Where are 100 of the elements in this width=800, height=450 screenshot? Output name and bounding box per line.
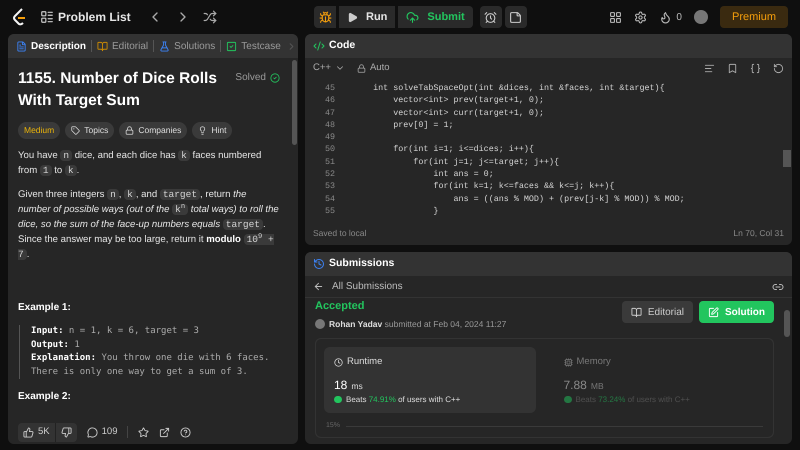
beats-text: Beats 74.91% of users with C++ bbox=[346, 394, 460, 406]
flask-icon bbox=[159, 40, 170, 52]
braces-icon[interactable] bbox=[750, 62, 761, 74]
lock-icon bbox=[125, 126, 134, 135]
code-line: int ans = 0; bbox=[432, 168, 494, 180]
solved-status: Solved bbox=[235, 71, 266, 85]
scrollbar-thumb[interactable] bbox=[292, 60, 296, 145]
thumbs-down-icon bbox=[60, 426, 72, 438]
user-avatar bbox=[315, 318, 325, 329]
example-line: Output: 1 bbox=[31, 338, 81, 352]
list-icon[interactable] bbox=[40, 10, 54, 24]
code-line: int solveTabSpaceOpt(int &dices, int &faces, int &target){ bbox=[372, 82, 665, 94]
scrollbar-thumb[interactable] bbox=[784, 310, 790, 337]
help-icon[interactable] bbox=[180, 426, 192, 438]
tag-chip[interactable]: Topics bbox=[65, 122, 114, 139]
code-line: vector<int> prev(target+1, 0); bbox=[392, 94, 544, 107]
beats-icon bbox=[564, 396, 572, 403]
checkbox-icon bbox=[226, 40, 238, 52]
panel-title: Code bbox=[329, 38, 356, 54]
stat-value: 7.88 bbox=[564, 376, 587, 394]
panel-tab[interactable]: Editorial bbox=[97, 38, 148, 54]
language-dropdown[interactable]: C++ bbox=[313, 60, 345, 76]
stat-unit: MB bbox=[590, 380, 604, 392]
line-number: 47 bbox=[324, 106, 336, 119]
avatar[interactable] bbox=[694, 10, 708, 24]
run-button[interactable]: Run bbox=[339, 6, 396, 28]
code-line: for(int j=1; j<=target; j++){ bbox=[412, 156, 560, 168]
book-icon bbox=[630, 306, 642, 318]
stat-unit: ms bbox=[351, 380, 363, 392]
panel-tab[interactable]: Description bbox=[16, 38, 86, 54]
panel-tab[interactable]: Testcase bbox=[226, 38, 281, 54]
layout-icon[interactable] bbox=[609, 10, 622, 24]
example-line: Input: n = 1, k = 6, target = 3 bbox=[31, 325, 200, 338]
debug-button[interactable] bbox=[314, 6, 336, 28]
timer-button[interactable] bbox=[480, 6, 502, 28]
cloud-upload-icon bbox=[406, 10, 420, 24]
favorite-icon[interactable] bbox=[138, 426, 150, 438]
tag-chip[interactable]: Companies bbox=[119, 122, 188, 139]
example-line: Explanation: You throw one die with 6 faces. There is only one way to get a sum of 3. bbox=[31, 352, 270, 378]
history-icon bbox=[313, 258, 325, 270]
code-line: ans = ((ans % MOD) + (prev[j-k] % MOD)) % MOD; bbox=[452, 192, 685, 205]
line-number: 50 bbox=[324, 143, 336, 156]
share-icon[interactable] bbox=[159, 426, 170, 438]
chip-icon bbox=[564, 358, 572, 367]
description-paragraph: You have n dice, and each dice has k faces numbered from 1 to k . bbox=[18, 149, 262, 178]
shuffle-icon[interactable] bbox=[202, 10, 217, 24]
format-icon[interactable] bbox=[704, 62, 715, 74]
panel-tab[interactable]: Solutions bbox=[159, 38, 216, 54]
difficulty-badge: Medium bbox=[18, 122, 60, 139]
premium-button[interactable]: Premium bbox=[720, 6, 788, 28]
flame-icon[interactable] bbox=[659, 10, 672, 24]
line-number: 54 bbox=[324, 192, 336, 205]
code-line: for(int i=1; i<=dices; i++){ bbox=[392, 143, 534, 156]
code-line: } bbox=[432, 204, 438, 218]
notes-button[interactable] bbox=[504, 6, 527, 28]
lightbulb-icon bbox=[198, 126, 208, 135]
line-number: 46 bbox=[324, 94, 336, 107]
line-number: 55 bbox=[324, 204, 336, 218]
comment-icon bbox=[86, 426, 98, 438]
submission-info: Rohan Yadav submitted at Feb 04, 2024 11:27 bbox=[329, 318, 506, 330]
reset-icon[interactable] bbox=[773, 62, 784, 74]
verdict: Accepted bbox=[315, 299, 366, 314]
problem-title: 1155. Number of Dice Rolls With Target Sum bbox=[18, 69, 218, 111]
line-number: 49 bbox=[324, 131, 336, 144]
document-icon bbox=[16, 40, 27, 52]
book-icon bbox=[97, 40, 108, 52]
mode-label[interactable]: Auto bbox=[370, 60, 390, 76]
thumbs-up-icon bbox=[23, 426, 34, 438]
stat-tile[interactable]: Runtime 18 ms Beats 74.91% of users with C++ bbox=[324, 347, 536, 414]
code-line: for(int k=1; k<=faces && k<=j; k++){ bbox=[432, 180, 614, 193]
code-icon bbox=[313, 40, 325, 52]
description-paragraph: Given three integers n , k , and target , return the number of possible ways (out of the k$^{n}$ total ways) to roll the dice, so the sum of the face-up numbers equals target . Since the answer may be too large, return it modulo 10$^{9}$ + 7 . bbox=[18, 188, 280, 262]
streak-count: 0 bbox=[676, 10, 682, 24]
note-icon bbox=[509, 10, 522, 24]
scrollbar-thumb[interactable] bbox=[783, 150, 791, 167]
tag-chip[interactable]: Hint bbox=[192, 122, 232, 139]
line-number: 45 bbox=[324, 82, 336, 94]
stat-label: Runtime bbox=[347, 355, 382, 370]
logo-icon[interactable] bbox=[12, 8, 28, 26]
editorial-button[interactable]: Editorial bbox=[622, 301, 693, 323]
edit-icon bbox=[708, 306, 719, 318]
stat-value: 18 bbox=[334, 376, 348, 394]
bug-icon bbox=[318, 10, 332, 24]
bookmark-icon[interactable] bbox=[727, 62, 738, 74]
alarm-clock-icon bbox=[484, 10, 498, 24]
submit-button[interactable]: Submit bbox=[398, 6, 473, 28]
check-icon bbox=[270, 72, 280, 82]
code-line: prev[0] = 1; bbox=[392, 118, 454, 132]
settings-icon[interactable] bbox=[634, 10, 648, 24]
comments-button[interactable]: 109 bbox=[86, 424, 118, 440]
back-icon[interactable] bbox=[313, 281, 324, 292]
save-status: Saved to local bbox=[313, 226, 366, 240]
all-submissions-link[interactable]: All Submissions bbox=[332, 279, 403, 294]
tag-icon bbox=[71, 126, 80, 135]
example-heading: Example 1: bbox=[18, 301, 72, 315]
problem-list-link[interactable]: Problem List bbox=[58, 8, 131, 26]
panel-title: Submissions bbox=[329, 256, 394, 272]
line-number: 48 bbox=[324, 118, 336, 132]
play-icon bbox=[347, 12, 358, 22]
clock-icon bbox=[334, 358, 343, 367]
